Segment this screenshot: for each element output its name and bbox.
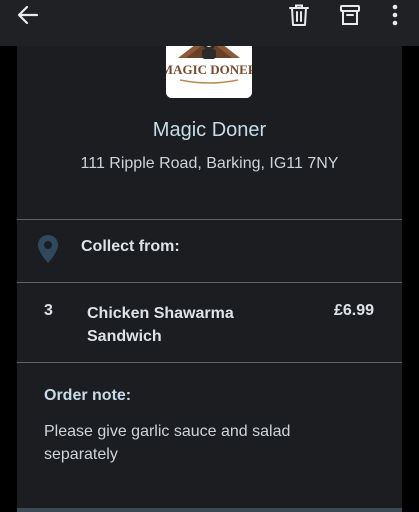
order-note-text: Please give garlic sauce and salad separ…: [44, 423, 291, 463]
more-options-button[interactable]: [373, 0, 417, 30]
top-app-bar: [0, 0, 419, 46]
collect-from-label: Collect from:: [81, 238, 180, 255]
divider: [17, 362, 402, 363]
order-item-row: 3 Chicken Shawarma Sandwich £6.99: [17, 283, 402, 362]
restaurant-name: Magic Doner: [152, 119, 267, 141]
archive-icon: [340, 5, 360, 25]
arrow-left-icon: [17, 5, 39, 25]
order-note-title: Order note:: [44, 387, 132, 404]
restaurant-address: 111 Ripple Road, Barking, IG11 7NY: [80, 155, 339, 172]
collect-from-row: Collect from:: [17, 220, 402, 282]
bottom-section-edge: [17, 508, 402, 512]
item-quantity: 3: [44, 302, 53, 319]
item-price: £6.99: [333, 302, 374, 319]
back-button[interactable]: [6, 0, 50, 30]
archive-button[interactable]: [328, 0, 372, 30]
logo-wordmark: MAGIC DONER: [166, 62, 252, 77]
trash-icon: [289, 4, 309, 26]
location-pin-icon: [38, 235, 58, 263]
email-viewer: MAGIC DONER Magic Doner 111 Ripple Road,…: [0, 0, 419, 512]
delete-button[interactable]: [277, 0, 321, 30]
more-vertical-icon: [392, 4, 398, 26]
item-name: Chicken Shawarma Sandwich: [87, 305, 234, 345]
order-email-card: MAGIC DONER Magic Doner 111 Ripple Road,…: [17, 0, 402, 512]
